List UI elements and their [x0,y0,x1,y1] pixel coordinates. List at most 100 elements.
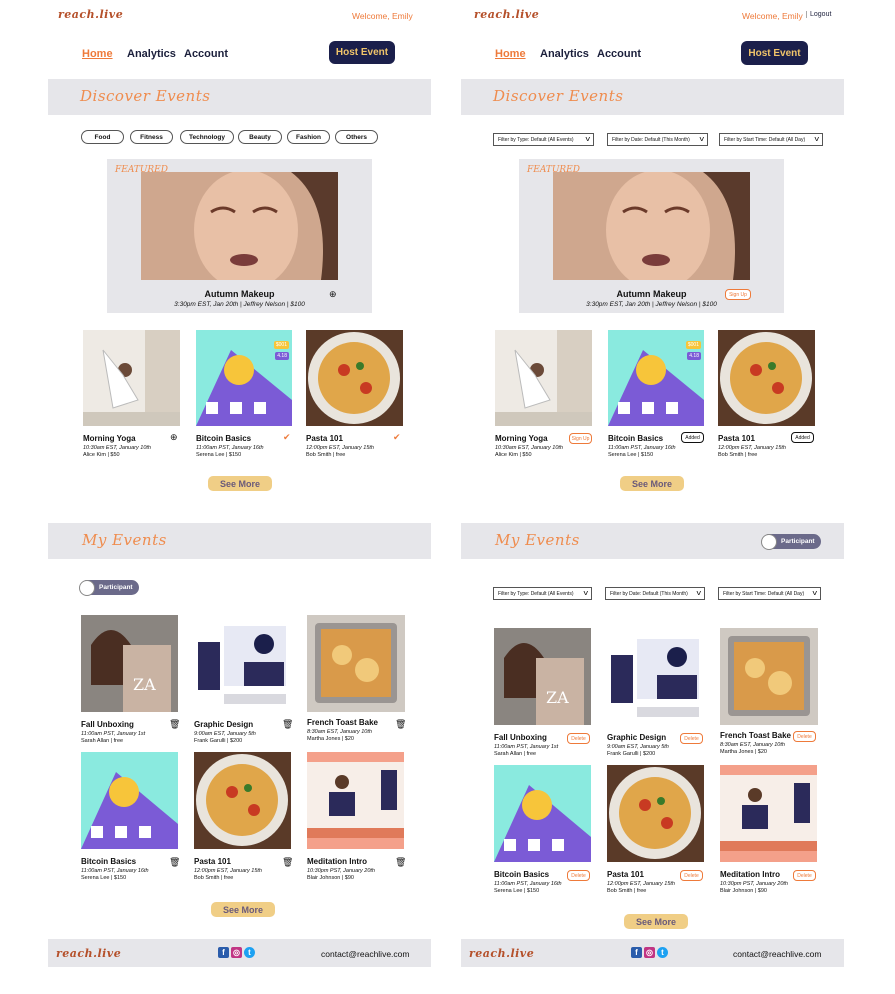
chip-fitness[interactable]: Fitness [130,130,173,144]
card-image[interactable] [83,330,180,426]
nav-account[interactable]: Account [597,48,641,60]
card-host: Martha Jones | $20 [720,749,767,755]
my-events-title: My Events [82,531,167,549]
card-image[interactable] [495,330,592,426]
card-title: Pasta 101 [194,857,231,866]
nav-analytics[interactable]: Analytics [540,48,589,60]
footer: reach.live f ◎ t contact@reachlive.com [48,939,431,967]
filter-start-select[interactable]: Filter by Start Time: Default (All Day) v [719,133,823,146]
filter-type-select[interactable]: Filter by Type: Default (All Events) v [493,587,592,600]
filter-start-select[interactable]: Filter by Start Time: Default (All Day) v [718,587,821,600]
participant-toggle[interactable]: Participant [761,533,821,550]
mockup-left: reach.live Welcome, Emily Home Analytics… [48,0,431,994]
card-image[interactable] [194,622,290,711]
chip-technology[interactable]: Technology [180,130,234,144]
check-circle-icon[interactable]: ✔ [393,432,401,443]
card-image[interactable] [307,615,405,712]
twitter-icon[interactable]: t [244,947,255,958]
featured-card[interactable]: FEATURED Autumn Makeup 3:30pm EST, Jan 2… [107,159,372,313]
see-more-button[interactable]: See More [211,902,275,917]
my-events-header: My Events Participant [461,523,844,559]
card-image[interactable] [607,765,704,862]
nav-home[interactable]: Home [495,48,526,60]
footer-logo[interactable]: reach.live [469,947,534,960]
trash-icon[interactable]: 🗑 [282,857,293,868]
see-more-button[interactable]: See More [208,476,272,491]
discover-header: Discover Events [48,79,431,115]
added-button[interactable]: Added [791,432,814,443]
delete-button[interactable]: Delete [567,733,590,744]
contact-link[interactable]: contact@reachlive.com [321,949,409,959]
logout-link[interactable]: Logout [806,11,831,18]
instagram-icon[interactable]: ◎ [644,947,655,958]
added-button[interactable]: Added [681,432,704,443]
nav-analytics[interactable]: Analytics [127,48,176,60]
contact-link[interactable]: contact@reachlive.com [733,949,821,959]
plus-circle-icon[interactable]: ⊕ [170,432,178,443]
see-more-button[interactable]: See More [620,476,684,491]
card-title: French Toast Bake [307,718,378,727]
host-event-button[interactable]: Host Event [329,41,395,64]
brand-logo[interactable]: reach.live [58,8,123,21]
card-image[interactable] [718,330,815,426]
filter-date-select[interactable]: Filter by Date: Default (This Month) v [607,133,708,146]
card-image[interactable] [720,628,818,725]
card-image[interactable]: ZA [494,628,591,725]
card-image[interactable] [494,765,591,862]
chevron-down-icon: v [582,590,588,597]
featured-card[interactable]: FEATURED Autumn Makeup 3:30pm EST, Jan 2… [519,159,784,313]
sign-up-button[interactable]: Sign Up [569,433,592,444]
filter-date-select[interactable]: Filter by Date: Default (This Month) v [605,587,705,600]
discover-header: Discover Events [461,79,844,115]
nav-home[interactable]: Home [82,48,113,60]
card-image[interactable]: $001 4.18 [608,330,704,426]
delete-button[interactable]: Delete [680,870,703,881]
card-image[interactable] [194,752,291,849]
footer-logo[interactable]: reach.live [56,947,121,960]
host-event-button[interactable]: Host Event [741,41,808,65]
featured-image [141,172,338,280]
chip-food[interactable]: Food [81,130,124,144]
discover-title: Discover Events [493,87,624,105]
filter-type-select[interactable]: Filter by Type: Default (All Events) v [493,133,594,146]
facebook-icon[interactable]: f [631,947,642,958]
delete-button[interactable]: Delete [680,733,703,744]
filter-start-label: Filter by Start Time: Default (All Day) [724,136,806,143]
facebook-icon[interactable]: f [218,947,229,958]
card-image[interactable] [307,752,404,849]
card-time: 9:00am EST, January 5th [194,731,256,737]
chip-beauty[interactable]: Beauty [238,130,282,144]
see-more-button[interactable]: See More [624,914,688,929]
chip-others[interactable]: Others [335,130,378,144]
trash-icon[interactable]: 🗑 [395,857,406,868]
sign-up-button[interactable]: Sign Up [725,289,751,300]
check-circle-icon[interactable]: ✔ [283,432,291,443]
card-image[interactable] [607,635,703,724]
card-image[interactable]: $001 4.18 [196,330,292,426]
card-host: Martha Jones | $20 [307,736,354,742]
trash-icon[interactable]: 🗑 [169,719,180,730]
card-time: 11:00am PST, January 16th [81,868,149,874]
chip-fashion[interactable]: Fashion [287,130,330,144]
rating-badge: 4.18 [275,352,289,360]
delete-button[interactable]: Delete [793,731,816,742]
trash-icon[interactable]: 🗑 [395,719,406,730]
instagram-icon[interactable]: ◎ [231,947,242,958]
card-image[interactable] [306,330,403,426]
card-host: Bob Smith | free [718,452,758,458]
card-image[interactable] [720,765,817,862]
nav-account[interactable]: Account [184,48,228,60]
card-title: Fall Unboxing [494,733,547,742]
plus-circle-icon[interactable]: ⊕ [329,289,337,300]
participant-toggle[interactable]: Participant [79,579,139,596]
card-image[interactable] [81,752,178,849]
card-image[interactable]: ZA [81,615,178,712]
trash-icon[interactable]: 🗑 [169,857,180,868]
delete-button[interactable]: Delete [567,870,590,881]
card-title: Pasta 101 [607,870,644,879]
card-title: Meditation Intro [307,857,367,866]
twitter-icon[interactable]: t [657,947,668,958]
delete-button[interactable]: Delete [793,870,816,881]
brand-logo[interactable]: reach.live [474,8,539,21]
trash-icon[interactable]: 🗑 [282,719,293,730]
